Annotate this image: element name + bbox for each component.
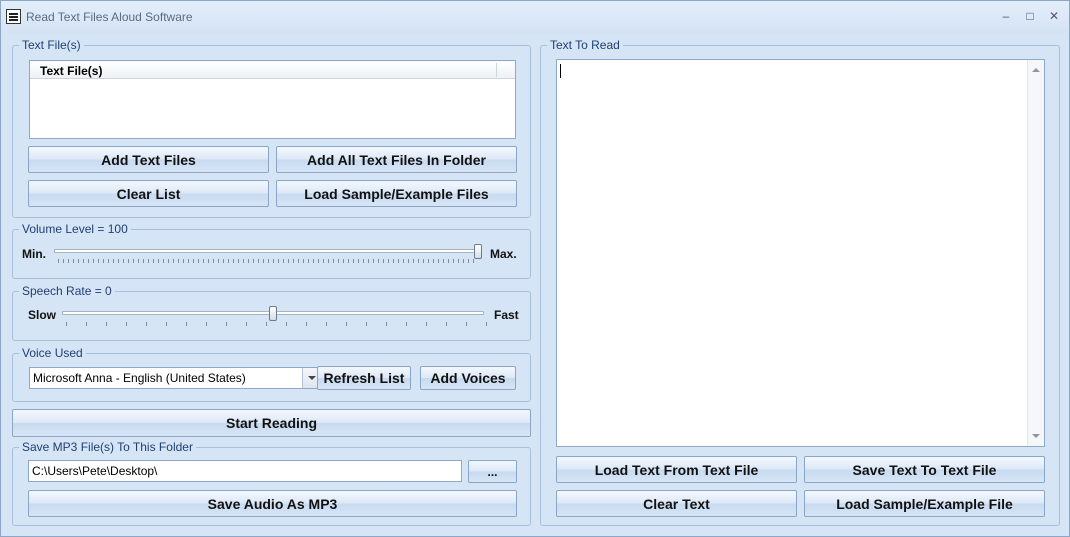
load-text-from-file-button[interactable]: Load Text From Text File <box>556 456 797 483</box>
speech-rate-slow-label: Slow <box>28 308 57 322</box>
speech-rate-slider-thumb[interactable] <box>269 306 277 321</box>
window-title: Read Text Files Aloud Software <box>26 10 193 24</box>
volume-slider-thumb[interactable] <box>474 244 482 259</box>
volume-slider-ticks <box>58 259 476 263</box>
speech-rate-group: Speech Rate = 0 Slow Fast <box>12 284 531 341</box>
text-to-read-group: Text To Read Load Text From Text File Sa… <box>540 38 1060 526</box>
volume-max-label: Max. <box>490 247 517 261</box>
app-window: Read Text Files Aloud Software – □ ✕ Tex… <box>0 0 1070 537</box>
mp3-folder-input[interactable]: C:\Users\Pete\Desktop\ <box>28 460 462 482</box>
close-button[interactable]: ✕ <box>1043 7 1065 25</box>
start-reading-button[interactable]: Start Reading <box>12 409 531 437</box>
add-all-text-files-in-folder-button[interactable]: Add All Text Files In Folder <box>276 146 517 173</box>
volume-group: Volume Level = 100 Min. Max. <box>12 222 531 279</box>
scroll-down-arrow-icon[interactable] <box>1032 434 1040 438</box>
add-text-files-button[interactable]: Add Text Files <box>28 146 269 173</box>
scroll-up-arrow-icon[interactable] <box>1032 68 1040 72</box>
speech-rate-slider-ticks <box>66 322 487 326</box>
list-header-label: Text File(s) <box>40 64 103 78</box>
list-header-separator <box>496 63 497 77</box>
browse-folder-button[interactable]: ... <box>468 460 517 483</box>
speech-rate-group-label: Speech Rate = 0 <box>19 284 115 298</box>
speech-rate-fast-label: Fast <box>494 308 519 322</box>
volume-min-label: Min. <box>22 247 46 261</box>
text-files-group: Text File(s) Text File(s) Add Text Files… <box>12 38 531 218</box>
title-bar[interactable]: Read Text Files Aloud Software – □ ✕ <box>1 1 1069 33</box>
text-files-list-header[interactable]: Text File(s) <box>30 61 515 79</box>
volume-group-label: Volume Level = 100 <box>19 222 131 236</box>
refresh-list-button[interactable]: Refresh List <box>317 366 411 390</box>
minimize-button[interactable]: – <box>995 7 1017 25</box>
mp3-folder-input-value: C:\Users\Pete\Desktop\ <box>32 464 158 478</box>
text-to-read-group-label: Text To Read <box>547 38 623 52</box>
save-mp3-group-label: Save MP3 File(s) To This Folder <box>19 440 196 454</box>
app-icon <box>6 9 21 24</box>
voice-select-value: Microsoft Anna - English (United States) <box>33 371 246 385</box>
clear-list-button[interactable]: Clear List <box>28 180 269 207</box>
voice-used-group: Voice Used Microsoft Anna - English (Uni… <box>12 346 531 402</box>
textarea-scrollbar[interactable] <box>1027 60 1044 446</box>
volume-slider-track[interactable] <box>54 249 478 253</box>
save-mp3-group: Save MP3 File(s) To This Folder C:\Users… <box>12 440 531 526</box>
text-caret <box>560 64 561 78</box>
voice-select[interactable]: Microsoft Anna - English (United States) <box>29 367 320 389</box>
voice-used-group-label: Voice Used <box>19 346 86 360</box>
text-to-read-textarea[interactable] <box>556 59 1045 447</box>
clear-text-button[interactable]: Clear Text <box>556 490 797 517</box>
load-sample-file-button[interactable]: Load Sample/Example File <box>804 490 1045 517</box>
save-text-to-file-button[interactable]: Save Text To Text File <box>804 456 1045 483</box>
text-files-group-label: Text File(s) <box>19 38 84 52</box>
load-sample-files-button[interactable]: Load Sample/Example Files <box>276 180 517 207</box>
save-audio-as-mp3-button[interactable]: Save Audio As MP3 <box>28 490 517 517</box>
add-voices-button[interactable]: Add Voices <box>420 366 516 390</box>
maximize-button[interactable]: □ <box>1019 7 1041 25</box>
text-files-list[interactable]: Text File(s) <box>29 60 516 139</box>
